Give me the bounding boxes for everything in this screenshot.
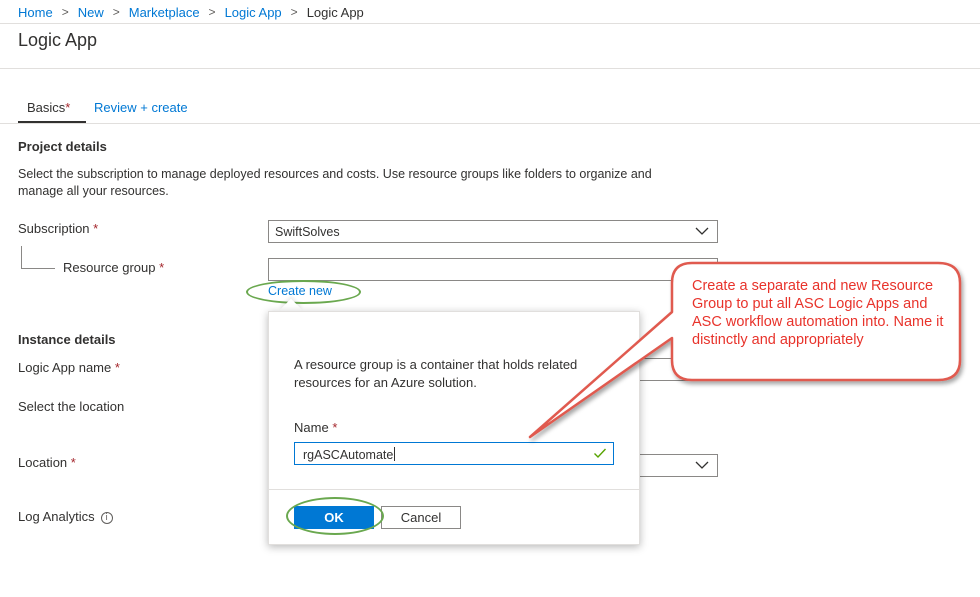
breadcrumb-home-link[interactable]: Home bbox=[18, 5, 53, 20]
logic-app-name-label-text: Logic App name bbox=[18, 360, 112, 375]
callout-text: Create a separate and new Resource Group… bbox=[692, 278, 944, 348]
chevron-down-icon bbox=[695, 461, 709, 469]
resource-group-dropdown[interactable] bbox=[268, 258, 718, 281]
required-mark: * bbox=[332, 420, 338, 435]
breadcrumb-divider bbox=[0, 23, 980, 24]
resource-group-name-input[interactable]: rgASCAutomate bbox=[294, 442, 614, 465]
breadcrumb-separator: > bbox=[61, 5, 69, 19]
popup-name-label: Name * bbox=[294, 420, 337, 435]
location-label: Location * bbox=[18, 455, 76, 470]
breadcrumb-separator: > bbox=[208, 5, 216, 19]
chevron-down-icon bbox=[695, 227, 709, 235]
required-mark: * bbox=[70, 455, 76, 470]
required-mark: * bbox=[93, 221, 99, 236]
tree-connector-vertical bbox=[21, 246, 22, 268]
subscription-value: SwiftSolves bbox=[275, 225, 340, 239]
subscription-dropdown[interactable]: SwiftSolves bbox=[268, 220, 718, 243]
project-details-description: Select the subscription to manage deploy… bbox=[18, 167, 652, 198]
resource-group-label: Resource group * bbox=[63, 260, 164, 275]
tab-review-create[interactable]: Review + create bbox=[94, 100, 188, 120]
breadcrumb-marketplace-link[interactable]: Marketplace bbox=[129, 5, 200, 20]
tabs-divider bbox=[0, 123, 980, 124]
logic-app-name-label: Logic App name * bbox=[18, 360, 120, 375]
ok-button-highlight bbox=[286, 497, 384, 535]
required-mark: * bbox=[159, 260, 165, 275]
log-analytics-label-text: Log Analytics bbox=[18, 509, 95, 524]
create-new-highlight bbox=[246, 280, 361, 304]
cancel-button[interactable]: Cancel bbox=[381, 506, 461, 529]
subscription-label: Subscription * bbox=[18, 221, 98, 236]
instance-details-heading: Instance details bbox=[18, 332, 116, 347]
text-caret bbox=[394, 447, 396, 461]
breadcrumb-separator: > bbox=[290, 5, 298, 19]
breadcrumb-new-link[interactable]: New bbox=[78, 5, 104, 20]
info-icon[interactable]: i bbox=[100, 512, 113, 524]
select-location-label: Select the location bbox=[18, 399, 125, 414]
breadcrumb-current: Logic App bbox=[306, 4, 364, 20]
required-mark: * bbox=[65, 100, 71, 115]
subscription-label-text: Subscription bbox=[18, 221, 90, 236]
page-title: Logic App bbox=[18, 30, 98, 50]
tab-basics[interactable]: Basics* bbox=[27, 100, 70, 120]
popup-name-label-text: Name bbox=[294, 420, 329, 435]
log-analytics-label: Log Analytics i bbox=[18, 509, 113, 524]
title-divider bbox=[0, 68, 980, 69]
required-mark: * bbox=[114, 360, 120, 375]
resource-group-name-value: rgASCAutomate bbox=[303, 447, 396, 462]
breadcrumb-logic-app-link[interactable]: Logic App bbox=[225, 5, 282, 20]
location-label-text: Location bbox=[18, 455, 68, 470]
popup-divider bbox=[269, 489, 639, 490]
tree-connector-horizontal bbox=[21, 268, 55, 269]
resource-group-label-text: Resource group bbox=[63, 260, 156, 275]
breadcrumb: Home > New > Marketplace > Logic App > L… bbox=[18, 3, 364, 21]
tab-basics-label: Basics bbox=[27, 100, 66, 115]
project-details-heading: Project details bbox=[18, 139, 107, 154]
resource-group-name-text: rgASCAutomate bbox=[303, 448, 394, 462]
breadcrumb-separator: > bbox=[112, 5, 120, 19]
checkmark-icon bbox=[594, 448, 607, 459]
popup-description: A resource group is a container that hol… bbox=[294, 357, 578, 390]
